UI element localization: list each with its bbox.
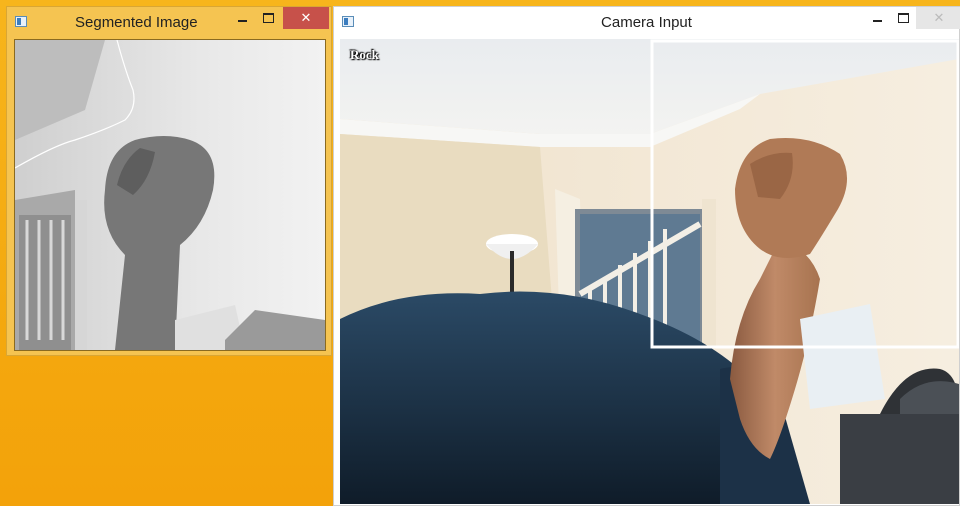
camera-feed-view: Rock: [340, 39, 959, 504]
window-title: Segmented Image: [75, 14, 198, 31]
minimize-button[interactable]: [864, 7, 890, 29]
camera-frame-image: [340, 39, 959, 504]
segmented-titlebar[interactable]: Segmented Image ✕: [7, 7, 331, 37]
segmented-image-view: [14, 39, 326, 351]
maximize-button[interactable]: [890, 7, 916, 29]
app-icon[interactable]: [15, 16, 27, 27]
camera-input-window: Camera Input ✕ Rock: [333, 6, 960, 506]
segmented-image-window: Segmented Image ✕: [6, 6, 332, 356]
close-button[interactable]: ✕: [283, 7, 329, 29]
maximize-button[interactable]: [255, 7, 281, 29]
gesture-label: Rock: [350, 47, 379, 62]
minimize-button[interactable]: [229, 7, 255, 29]
camera-titlebar[interactable]: Camera Input ✕: [334, 7, 960, 37]
close-button[interactable]: ✕: [916, 7, 960, 29]
segmented-grayscale-image: [15, 40, 325, 350]
